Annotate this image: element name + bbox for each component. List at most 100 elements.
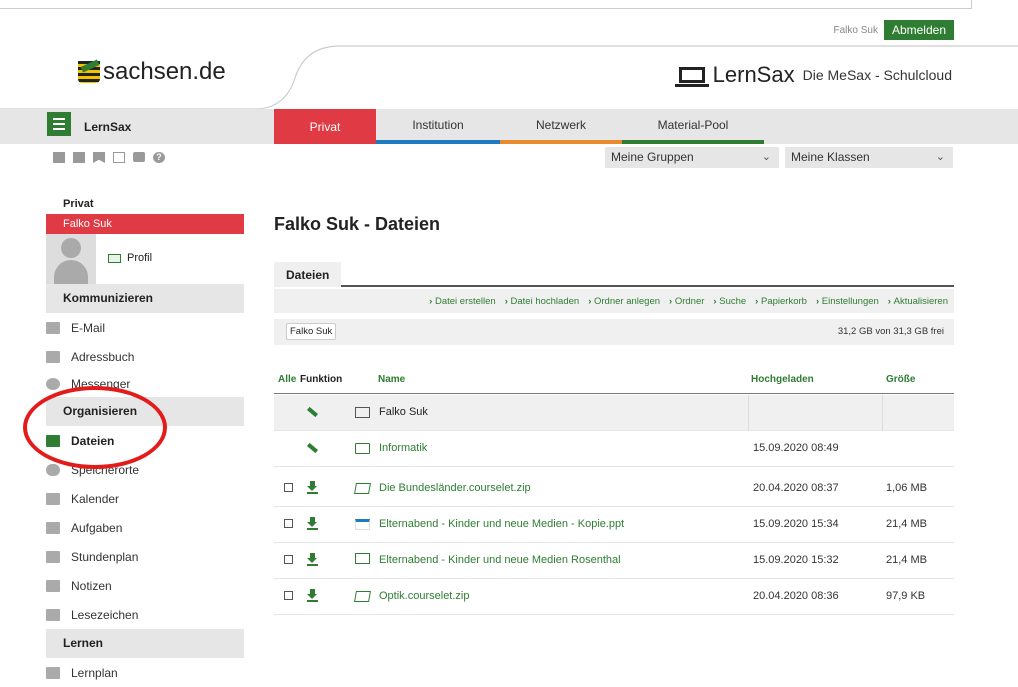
download-icon[interactable]	[307, 517, 320, 531]
classes-select[interactable]: Meine Klassen ⌄	[785, 147, 953, 168]
sidebar-item-aufgaben[interactable]: Aufgaben	[46, 513, 244, 542]
sidebar-item-label: Kalender	[71, 491, 120, 506]
bookmark-icon[interactable]	[93, 152, 105, 163]
action-ordner-anlegen[interactable]: Ordner anlegen	[588, 296, 660, 307]
section-lernen: Lernen	[46, 629, 244, 658]
logout-button[interactable]: Abmelden	[883, 20, 954, 40]
table-row[interactable]: Elternabend - Kinder und neue Medien - K…	[274, 507, 954, 543]
file-date: 15.09.2020 15:34	[753, 518, 839, 530]
courselet-icon	[354, 483, 371, 494]
laptop-icon	[674, 67, 709, 87]
breadcrumb: Falko Suk 31,2 GB von 31,3 GB frei	[274, 319, 954, 345]
login-icon[interactable]	[113, 152, 125, 163]
avatar[interactable]	[46, 234, 96, 284]
file-name[interactable]: Informatik	[379, 442, 427, 454]
tab-institution[interactable]: Institution	[376, 109, 500, 144]
tab-dateien[interactable]: Dateien	[274, 262, 342, 287]
sidebar-item-dateien[interactable]: Dateien	[46, 426, 244, 455]
checkbox-icon	[46, 521, 60, 534]
hamburger-menu-icon[interactable]	[47, 112, 71, 136]
file-name[interactable]: Optik.courselet.zip	[379, 590, 469, 602]
presentation-file-icon	[355, 519, 370, 530]
page-title: Falko Suk - Dateien	[274, 214, 441, 234]
file-name[interactable]: Elternabend - Kinder und neue Medien - K…	[379, 518, 624, 530]
name-header[interactable]: Name	[378, 374, 405, 385]
table-row[interactable]: Falko Suk	[274, 395, 954, 431]
sitemap-icon[interactable]	[53, 152, 65, 163]
size-header[interactable]: Größe	[886, 374, 915, 385]
action-papierkorb[interactable]: Papierkorb	[755, 296, 807, 307]
sidebar-user[interactable]: Falko Suk	[46, 214, 244, 234]
lernsax-brand[interactable]: LernSax Die MeSax - Schulcloud	[674, 62, 952, 88]
file-name[interactable]: Falko Suk	[379, 406, 428, 418]
groups-select[interactable]: Meine Gruppen ⌄	[605, 147, 779, 168]
download-icon[interactable]	[307, 553, 320, 567]
help-icon[interactable]: ?	[153, 152, 165, 163]
file-icon	[355, 553, 370, 564]
sidebar-item-kalender[interactable]: Kalender	[46, 484, 244, 513]
breadcrumb-item[interactable]: Falko Suk	[286, 323, 337, 340]
toolbar-icons: ?	[53, 152, 165, 163]
table-row[interactable]: Die Bundesländer.courselet.zip 20.04.202…	[274, 471, 954, 507]
row-checkbox[interactable]	[284, 591, 293, 600]
notes-icon[interactable]	[73, 152, 85, 163]
table-header: Alle Funktion Name Hochgeladen Größe	[274, 372, 954, 394]
section-kommunizieren: Kommunizieren	[46, 284, 244, 313]
action-datei-hochladen[interactable]: Datei hochladen	[505, 296, 580, 307]
sidebar-item-messenger[interactable]: Messenger	[46, 371, 244, 397]
nav-app-label: LernSax	[84, 120, 132, 134]
action-ordner[interactable]: Ordner	[669, 296, 705, 307]
tab-privat[interactable]: Privat	[274, 109, 376, 144]
table-row[interactable]: Optik.courselet.zip 20.04.2020 08:36 97,…	[274, 579, 954, 615]
file-date: 15.09.2020 15:32	[753, 554, 839, 566]
sidebar-item-label: Aufgaben	[71, 520, 123, 535]
sidebar-item-email[interactable]: E-Mail	[46, 313, 244, 342]
logo-text: sachsen.de	[103, 58, 226, 85]
file-name[interactable]: Elternabend - Kinder und neue Medien Ros…	[379, 554, 621, 566]
download-icon[interactable]	[307, 481, 320, 495]
timetable-icon	[46, 550, 60, 563]
function-header: Funktion	[300, 374, 343, 385]
row-checkbox[interactable]	[284, 555, 293, 564]
address-book-icon	[46, 350, 60, 363]
storage-quota: 31,2 GB von 31,3 GB frei	[837, 326, 944, 337]
sidebar-item-lernplan[interactable]: Lernplan	[46, 658, 244, 687]
brand-name: LernSax	[712, 62, 795, 87]
profile-link[interactable]: Profil	[108, 252, 152, 264]
sidebar-item-label: Notizen	[71, 578, 112, 593]
select-all-header[interactable]: Alle	[278, 374, 296, 385]
download-icon[interactable]	[307, 589, 320, 603]
print-icon[interactable]	[133, 152, 145, 162]
files-icon	[46, 434, 60, 447]
file-size: 21,4 MB	[886, 518, 927, 530]
tab-material-pool[interactable]: Material-Pool	[622, 109, 764, 144]
row-checkbox[interactable]	[284, 519, 293, 528]
edit-icon[interactable]	[307, 441, 320, 455]
row-checkbox[interactable]	[284, 483, 293, 492]
groups-select-value: Meine Gruppen	[611, 150, 694, 164]
sidebar-item-speicherorte[interactable]: Speicherorte	[46, 455, 244, 484]
note-icon	[46, 579, 60, 592]
file-size: 21,4 MB	[886, 554, 927, 566]
action-datei-erstellen[interactable]: Datei erstellen	[429, 296, 496, 307]
sidebar-item-label: E-Mail	[71, 320, 106, 335]
uploaded-header[interactable]: Hochgeladen	[751, 374, 814, 385]
sidebar-item-adressbuch[interactable]: Adressbuch	[46, 342, 244, 371]
sidebar-item-lesezeichen[interactable]: Lesezeichen	[46, 600, 244, 629]
action-aktualisieren[interactable]: Aktualisieren	[888, 296, 948, 307]
edit-icon[interactable]	[307, 405, 320, 419]
tab-netzwerk[interactable]: Netzwerk	[500, 109, 622, 144]
saxony-crest-icon	[78, 61, 100, 83]
sachsen-logo[interactable]: sachsen.de	[78, 58, 226, 86]
subtab-bar: Dateien	[274, 262, 954, 287]
sidebar-item-label: Lesezeichen	[71, 607, 139, 622]
action-suche[interactable]: Suche	[713, 296, 746, 307]
table-row[interactable]: Informatik 15.09.2020 08:49	[274, 431, 954, 467]
file-date: 20.04.2020 08:37	[753, 482, 839, 494]
table-row[interactable]: Elternabend - Kinder und neue Medien Ros…	[274, 543, 954, 579]
classes-select-value: Meine Klassen	[791, 150, 870, 164]
action-einstellungen[interactable]: Einstellungen	[816, 296, 879, 307]
sidebar-item-stundenplan[interactable]: Stundenplan	[46, 542, 244, 571]
file-name[interactable]: Die Bundesländer.courselet.zip	[379, 482, 531, 494]
sidebar-item-notizen[interactable]: Notizen	[46, 571, 244, 600]
